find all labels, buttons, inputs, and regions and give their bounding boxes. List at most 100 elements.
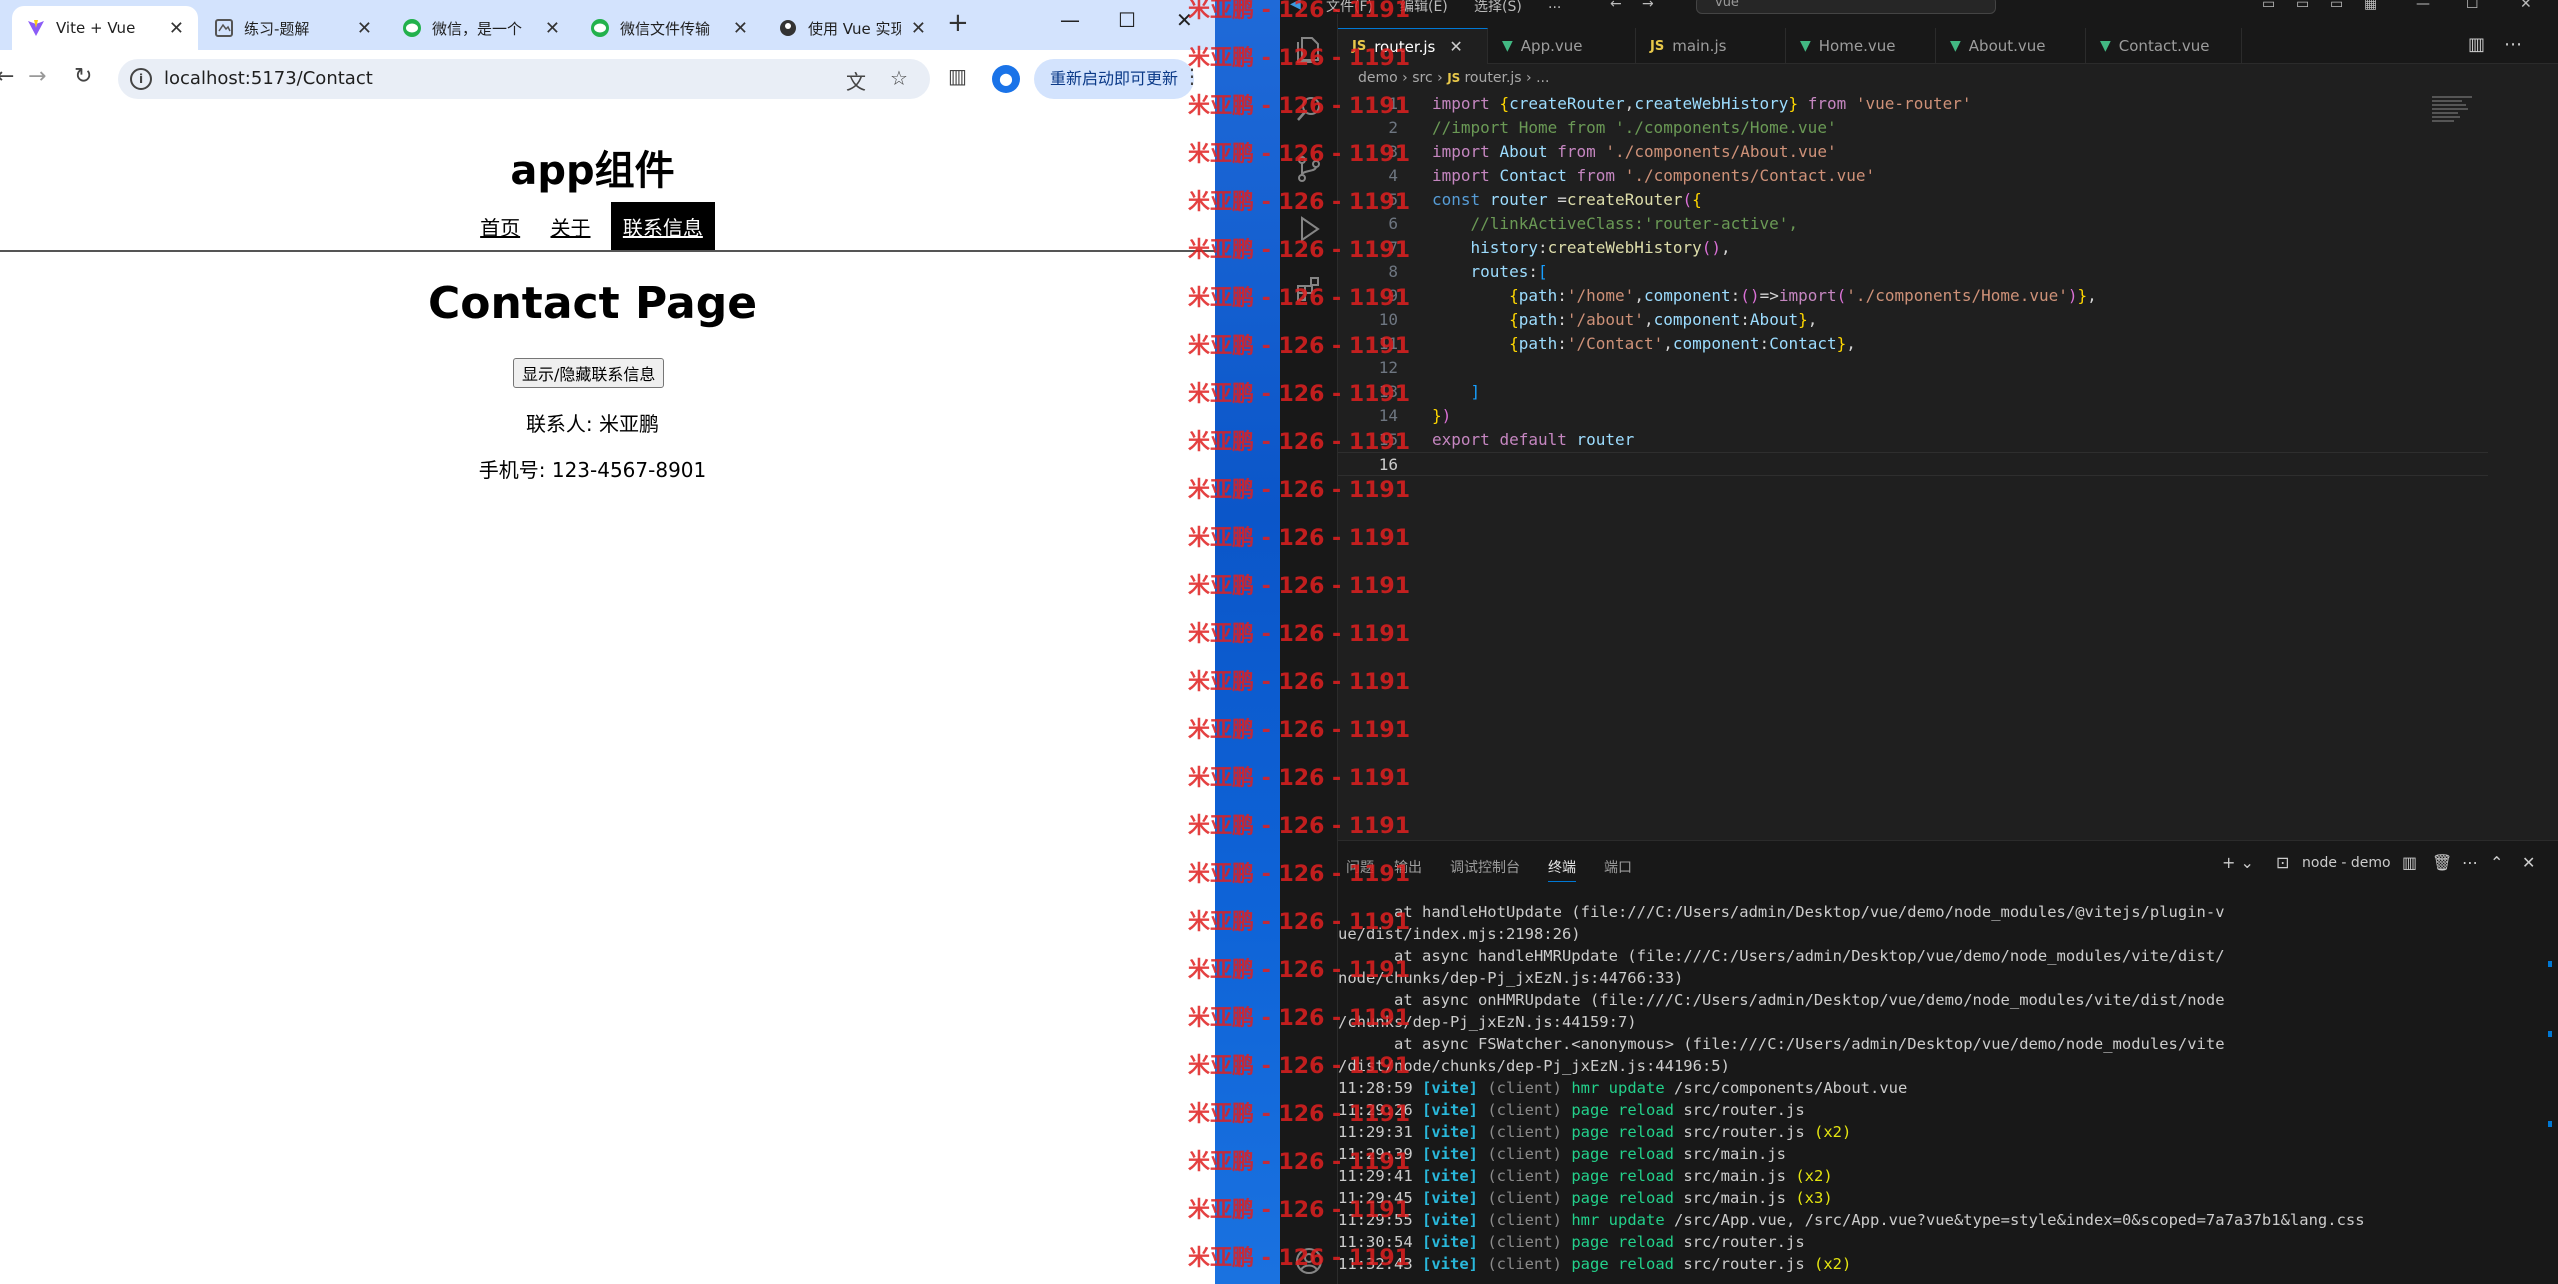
vscode-minimize-icon[interactable]: — (2416, 0, 2430, 12)
vscode-close-icon[interactable]: ✕ (2520, 0, 2532, 12)
new-terminal-icon[interactable]: + ⌄ (2222, 853, 2254, 872)
terminal-line: at async FSWatcher.<anonymous> (file:///… (1338, 1035, 2225, 1053)
panel-tab-terminal[interactable]: 终端 (1548, 857, 1576, 882)
browser-tab-practice[interactable]: 练习-题解 ✕ (200, 6, 386, 50)
terminal-log-action: page reload (1571, 1123, 1674, 1141)
code-line[interactable]: 2//import Home from './components/Home.v… (1338, 116, 2488, 140)
editor-tab-home-vue[interactable]: ▼ Home.vue (1786, 28, 1936, 64)
editor-tab-contact-vue[interactable]: ▼ Contact.vue (2086, 28, 2242, 64)
chevron-right-icon: › (1526, 70, 1537, 86)
terminal-log-client: (client) (1487, 1189, 1562, 1207)
browser-tab-vite[interactable]: Vite + Vue ✕ (12, 6, 198, 50)
code-line[interactable]: 8 routes:[ (1338, 260, 2488, 284)
panel-tab-debug-console[interactable]: 调试控制台 (1450, 857, 1520, 877)
code-text: export default router (1432, 430, 1635, 449)
code-line[interactable]: 7 history:createWebHistory(), (1338, 236, 2488, 260)
code-text: //import Home from './components/Home.vu… (1432, 118, 1837, 137)
vite-icon (26, 18, 46, 38)
terminal-log-client: (client) (1487, 1255, 1562, 1273)
minimize-icon[interactable]: — (1060, 8, 1080, 32)
customize-layout-icon[interactable]: ▦ (2364, 0, 2377, 12)
sidebar-toggle-icon[interactable]: ▭ (2330, 0, 2343, 12)
watermark-text: 米亚鹏 - 126 - 1191 (1188, 334, 1411, 359)
profile-avatar-icon[interactable]: ● (992, 65, 1020, 93)
new-tab-icon[interactable]: + (947, 8, 969, 38)
breadcrumb-item[interactable]: src (1412, 70, 1432, 86)
trash-icon[interactable]: 🗑 (2432, 853, 2452, 872)
editor-tab-label: main.js (1672, 37, 1727, 55)
bottom-panel: 问题 输出 调试控制台 终端 端口 + ⌄ ⊡ node - demo ▥ 🗑 … (1338, 840, 2558, 1284)
code-line[interactable]: 10 {path:'/about',component:About}, (1338, 308, 2488, 332)
maximize-icon[interactable]: ☐ (1118, 8, 1136, 32)
browser-tab-vue-guide[interactable]: 使用 Vue 实现 ✕ (764, 6, 940, 50)
bookmark-star-icon[interactable]: ☆ (890, 66, 908, 90)
editor-tab-about-vue[interactable]: ▼ About.vue (1936, 28, 2086, 64)
panel-toggle-icon[interactable]: ▭ (2296, 0, 2309, 12)
editor-tab-app-vue[interactable]: ▼ App.vue (1488, 28, 1636, 64)
reload-icon[interactable]: ↻ (74, 64, 92, 89)
code-editor[interactable]: 1 import {createRouter,createWebHistory} … (1338, 92, 2518, 837)
code-line[interactable]: 9 {path:'/home',component:()=>import('./… (1338, 284, 2488, 308)
relaunch-update-button[interactable]: 重新启动即可更新 (1034, 59, 1194, 99)
vscode-window: ◀ 文件(F) 编辑(E) 选择(S) ... ← → vue ▭ ▭ ▭ ▦ … (1280, 0, 2558, 1284)
editor-tab-label: Home.vue (1818, 37, 1896, 55)
close-icon[interactable]: ✕ (357, 18, 372, 39)
vscode-maximize-icon[interactable]: ☐ (2466, 0, 2479, 12)
code-line[interactable]: 4 import Contact from './components/Conta… (1338, 164, 2488, 188)
code-line[interactable]: 3 import About from './components/About.v… (1338, 140, 2488, 164)
terminal-name[interactable]: node - demo (2302, 855, 2391, 871)
nav-forward-icon[interactable]: → (1642, 0, 1654, 12)
close-icon[interactable]: ✕ (545, 18, 560, 39)
code-line[interactable]: 13 ] (1338, 380, 2488, 404)
editor-tab-label: Contact.vue (2118, 37, 2210, 55)
code-line[interactable]: 1 import {createRouter,createWebHistory} … (1338, 92, 2488, 116)
breadcrumb-item[interactable]: router.js (1464, 70, 1521, 86)
site-info-icon[interactable]: i (130, 68, 152, 90)
watermark-text: 米亚鹏 - 126 - 1191 (1188, 1006, 1411, 1031)
nav-link-about[interactable]: 关于 (541, 206, 601, 247)
code-line[interactable]: 16 (1338, 452, 2488, 476)
translate-icon[interactable]: 文 (846, 66, 866, 95)
chevron-right-icon: › (1437, 70, 1448, 86)
toggle-contact-button[interactable]: 显示/隐藏联系信息 (513, 358, 665, 388)
browser-tab-wechat-2[interactable]: 微信文件传输 ✕ (576, 6, 762, 50)
terminal-log-action: page reload (1571, 1101, 1674, 1119)
terminal-log-tag: [vite] (1422, 1123, 1478, 1141)
breadcrumb-item[interactable]: ... (1536, 70, 1549, 86)
code-line[interactable]: 11 {path:'/Contact',component:Contact}, (1338, 332, 2488, 356)
layout-icon[interactable]: ▭ (2262, 0, 2275, 12)
code-line[interactable]: 14}) (1338, 404, 2488, 428)
terminal-log-tag: [vite] (1422, 1167, 1478, 1185)
maximize-panel-icon[interactable]: ⌃ (2490, 853, 2503, 872)
side-panel-icon[interactable]: ▥ (948, 64, 967, 88)
browser-tab-wechat-1[interactable]: 微信，是一个 ✕ (388, 6, 574, 50)
nav-link-contact[interactable]: 联系信息 (610, 202, 715, 251)
code-line[interactable]: 15 export default router (1338, 428, 2488, 452)
menu-more[interactable]: ... (1548, 0, 1561, 12)
watermark-text: 米亚鹏 - 126 - 1191 (1188, 910, 1411, 935)
close-icon[interactable]: ✕ (1449, 37, 1462, 56)
split-terminal-icon[interactable]: ▥ (2402, 853, 2417, 872)
more-actions-icon[interactable]: ⋯ (2504, 34, 2522, 55)
chevron-right-icon: › (1402, 70, 1413, 86)
nav-back-icon[interactable]: ← (1610, 0, 1622, 12)
close-icon[interactable]: ✕ (169, 18, 184, 39)
forward-icon[interactable]: → (28, 64, 46, 89)
watermark-text: 米亚鹏 - 126 - 1191 (1188, 0, 1411, 23)
panel-tab-ports[interactable]: 端口 (1604, 857, 1632, 877)
more-actions-icon[interactable]: ⋯ (2462, 853, 2478, 872)
nav-link-home[interactable]: 首页 (470, 206, 530, 247)
close-panel-icon[interactable]: ✕ (2522, 853, 2535, 872)
address-bar[interactable]: i localhost:5173/Contact 文 ☆ (118, 59, 930, 99)
close-icon[interactable]: ✕ (733, 18, 748, 39)
code-line[interactable]: 5 const router =createRouter({ (1338, 188, 2488, 212)
url-text[interactable]: localhost:5173/Contact (164, 68, 373, 89)
close-icon[interactable]: ✕ (911, 18, 926, 39)
code-line[interactable]: 12 (1338, 356, 2488, 380)
split-editor-icon[interactable]: ▥ (2468, 34, 2485, 55)
command-center-search[interactable]: vue (1696, 0, 1996, 14)
code-line[interactable]: 6 //linkActiveClass:'router-active', (1338, 212, 2488, 236)
back-icon[interactable]: ← (0, 64, 14, 89)
editor-tab-main-js[interactable]: JS main.js (1636, 28, 1786, 64)
breadcrumb-item[interactable]: demo (1358, 70, 1398, 86)
